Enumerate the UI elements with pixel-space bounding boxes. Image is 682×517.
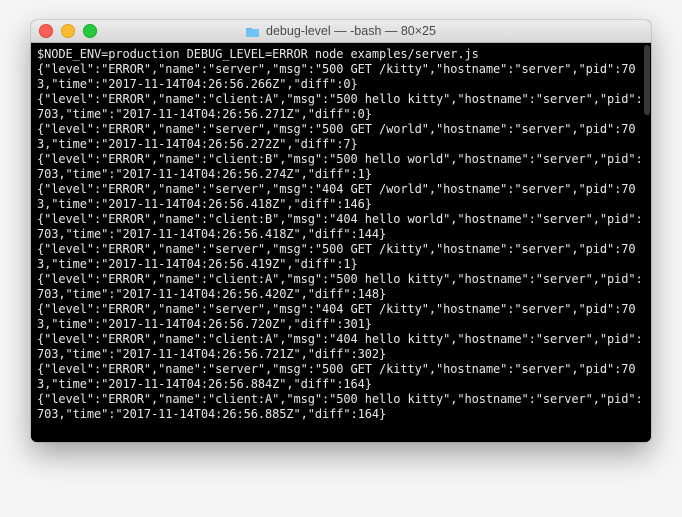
log-line: {"level":"ERROR","name":"server","msg":"…	[37, 302, 645, 332]
log-line: {"level":"ERROR","name":"server","msg":"…	[37, 362, 645, 392]
title-text: debug-level — -bash — 80×25	[266, 24, 436, 38]
titlebar[interactable]: debug-level — -bash — 80×25	[31, 20, 651, 43]
close-icon[interactable]	[39, 24, 53, 38]
command-text: NODE_ENV=production DEBUG_LEVEL=ERROR no…	[44, 47, 479, 62]
command-line: $ NODE_ENV=production DEBUG_LEVEL=ERROR …	[37, 47, 645, 62]
minimize-icon[interactable]	[61, 24, 75, 38]
log-line: {"level":"ERROR","name":"client:A","msg"…	[37, 332, 645, 362]
traffic-lights	[39, 24, 97, 38]
window-title: debug-level — -bash — 80×25	[31, 24, 651, 38]
log-line: {"level":"ERROR","name":"server","msg":"…	[37, 122, 645, 152]
log-line: {"level":"ERROR","name":"client:A","msg"…	[37, 92, 645, 122]
log-lines: {"level":"ERROR","name":"server","msg":"…	[37, 62, 645, 422]
log-line: {"level":"ERROR","name":"client:A","msg"…	[37, 392, 645, 422]
scrollbar-thumb[interactable]	[644, 45, 650, 115]
scrollbar[interactable]	[644, 45, 650, 440]
log-line: {"level":"ERROR","name":"client:B","msg"…	[37, 152, 645, 182]
terminal-window: debug-level — -bash — 80×25 $ NODE_ENV=p…	[31, 20, 651, 442]
zoom-icon[interactable]	[83, 24, 97, 38]
terminal-output[interactable]: $ NODE_ENV=production DEBUG_LEVEL=ERROR …	[31, 43, 651, 442]
folder-icon	[246, 26, 260, 37]
log-line: {"level":"ERROR","name":"server","msg":"…	[37, 182, 645, 212]
log-line: {"level":"ERROR","name":"server","msg":"…	[37, 62, 645, 92]
log-line: {"level":"ERROR","name":"client:B","msg"…	[37, 212, 645, 242]
log-line: {"level":"ERROR","name":"client:A","msg"…	[37, 272, 645, 302]
prompt: $	[37, 47, 44, 62]
log-line: {"level":"ERROR","name":"server","msg":"…	[37, 242, 645, 272]
terminal-area[interactable]: $ NODE_ENV=production DEBUG_LEVEL=ERROR …	[31, 43, 651, 442]
